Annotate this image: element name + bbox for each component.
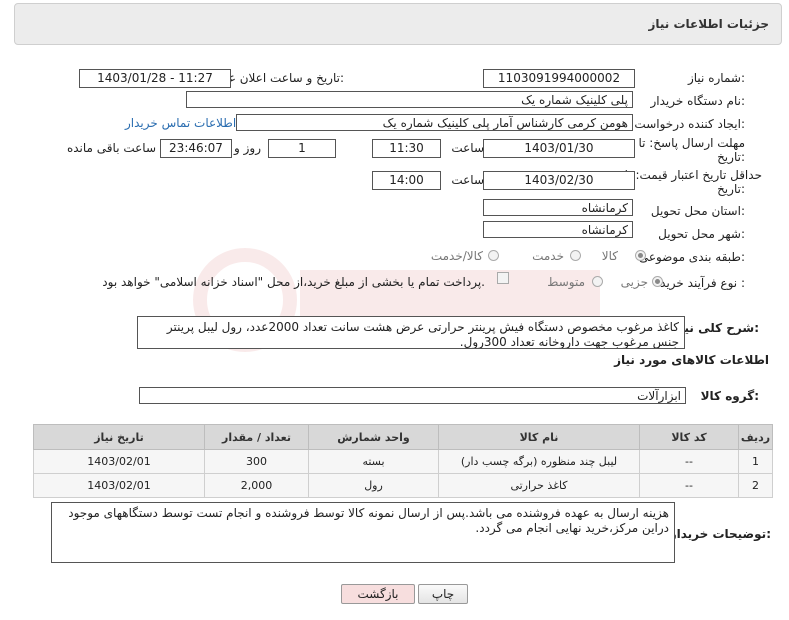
cell-date: 1403/02/01 [33,449,205,474]
col-row-header: ردیف [738,424,773,450]
col-name-header: نام کالا [438,424,640,450]
remaining-time-field: 23:46:07 [160,139,232,158]
validity-time-label: ساعت [451,173,484,187]
cell-name: لیبل چند منظوره (برگه چسب دار) [438,449,640,474]
validity-date-label: تاریخ: [717,182,745,196]
cell-date: 1403/02/01 [33,473,205,498]
cell-unit: بسته [308,449,439,474]
table-row: 1 -- لیبل چند منظوره (برگه چسب دار) بسته… [33,449,773,474]
category-radio-service[interactable] [570,250,581,261]
page-header: جزئیات اطلاعات نیاز [14,3,782,45]
table-header-row: ردیف کد کالا نام کالا واحد شمارش تعداد /… [33,424,773,450]
deadline-time-label: ساعت [451,141,484,155]
buyer-org-field: پلی کلینیک شماره یک [186,91,633,108]
cell-code: -- [639,449,739,474]
cell-qty: 300 [204,449,309,474]
purchase-radio-minor[interactable] [652,276,663,287]
category-option-goods-service: کالا/خدمت [430,249,483,263]
cell-name: کاغذ حرارتی [438,473,640,498]
need-number-label: شماره نیاز: [687,71,745,85]
requester-label: ایجاد کننده درخواست: [634,117,745,131]
days-label: روز و [234,141,261,155]
col-qty-header: تعداد / مقدار [204,424,309,450]
remaining-time-label: ساعت باقی مانده [66,141,156,155]
col-date-header: تاریخ نیاز [33,424,205,450]
cell-code: -- [639,473,739,498]
col-unit-header: واحد شمارش [308,424,439,450]
category-radio-goods[interactable] [635,250,646,261]
buyer-notes-textarea: هزینه ارسال به عهده فروشنده می باشد.پس ا… [51,502,675,563]
deadline-date-label: تاریخ: [717,150,745,164]
goods-table: ردیف کد کالا نام کالا واحد شمارش تعداد /… [33,424,773,498]
col-code-header: کد کالا [639,424,739,450]
deadline-date-field: 1403/01/30 [483,139,635,158]
province-field: کرمانشاه [483,199,633,216]
cell-row: 2 [738,473,773,498]
buyer-notes-label: توضیحات خریدار: [669,527,771,541]
category-option-goods: کالا [601,249,618,263]
category-radio-goods-service[interactable] [488,250,499,261]
purchase-radio-medium[interactable] [592,276,603,287]
deadline-label: مهلت ارسال پاسخ: تا [638,136,745,150]
deadline-time-field: 11:30 [372,139,441,158]
buyer-org-label: نام دستگاه خریدار: [650,94,746,108]
print-button[interactable]: چاپ [418,584,468,604]
page-title: جزئیات اطلاعات نیاز [648,17,769,31]
min-validity-label: حداقل تاریخ اعتبار قیمت: تا [624,168,762,182]
back-button[interactable]: بازگشت [341,584,415,604]
buyer-contact-link[interactable]: اطلاعات تماس خریدار [125,116,236,130]
purchase-option-medium: متوسط [547,275,585,289]
goods-group-label: گروه کالا: [700,389,759,403]
requester-field: هومن کرمی کارشناس آمار پلی کلینیک شماره … [236,114,633,131]
days-remaining-field: 1 [268,139,336,158]
city-label: شهر محل تحویل: [658,227,745,241]
goods-section-title: اطلاعات کالاهای مورد نیاز [614,353,769,367]
validity-date-field: 1403/02/30 [483,171,635,190]
summary-label: شرح کلی نیاز: [673,321,759,335]
treasury-payment-note: پرداخت تمام یا بخشی از مبلغ خرید،از محل … [102,275,485,289]
cell-row: 1 [738,449,773,474]
validity-time-field: 14:00 [372,171,441,190]
table-row: 2 -- کاغذ حرارتی رول 2,000 1403/02/01 [33,473,773,498]
announce-datetime-field: 1403/01/28 - 11:27 [79,69,231,88]
purchase-type-label: نوع فرآیند خرید : [660,276,745,290]
summary-textarea: کاغذ مرغوب مخصوص دستگاه فیش پرینتر حرارت… [137,316,685,349]
purchase-option-minor: جزیی [620,275,648,289]
goods-group-field: ابزارآلات [139,387,686,404]
city-field: کرمانشاه [483,221,633,238]
cell-qty: 2,000 [204,473,309,498]
cell-unit: رول [308,473,439,498]
category-label: طبقه بندی موضوعی: [638,250,745,264]
province-label: استان محل تحویل: [650,204,745,218]
treasury-payment-checkbox[interactable] [497,272,509,284]
category-option-service: خدمت [532,249,564,263]
need-number-field: 1103091994000002 [483,69,635,88]
